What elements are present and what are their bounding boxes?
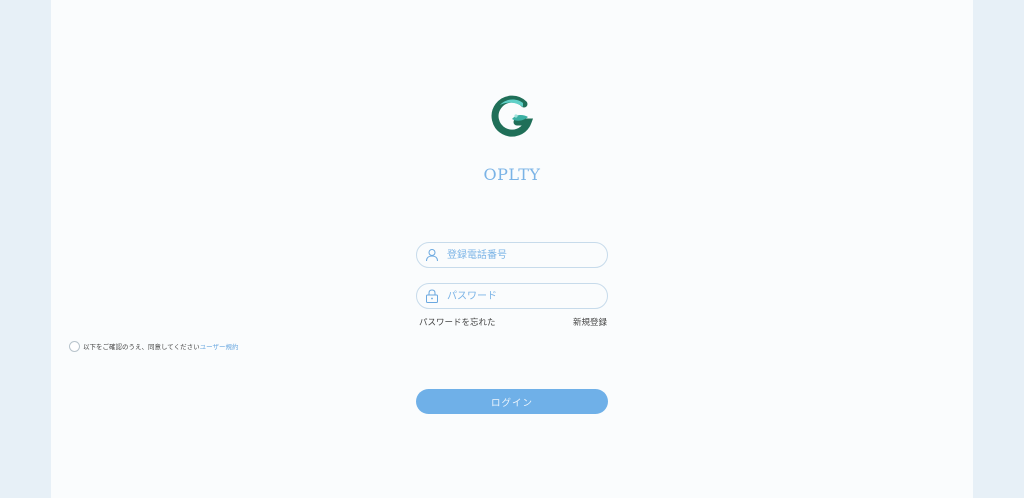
phone-input[interactable] xyxy=(447,243,597,267)
forgot-password-link[interactable]: パスワードを忘れた xyxy=(419,316,496,328)
terms-agreement: 以下をご確認のうえ、同意してください ユーザー規約 xyxy=(69,340,239,352)
password-input[interactable] xyxy=(447,284,597,308)
terms-link[interactable]: ユーザー規約 xyxy=(200,341,239,351)
user-icon xyxy=(426,249,438,262)
g-leaf-logo-icon xyxy=(491,95,534,137)
lock-icon xyxy=(426,289,438,303)
agree-text: 以下をご確認のうえ、同意してください xyxy=(83,343,200,351)
agree-checkbox[interactable] xyxy=(69,340,80,352)
register-link[interactable]: 新規登録 xyxy=(573,316,607,328)
phone-field[interactable] xyxy=(416,242,608,268)
brand-name: OPLTY xyxy=(483,165,541,184)
login-button[interactable]: ログイン xyxy=(416,389,608,414)
password-field[interactable] xyxy=(416,283,608,309)
